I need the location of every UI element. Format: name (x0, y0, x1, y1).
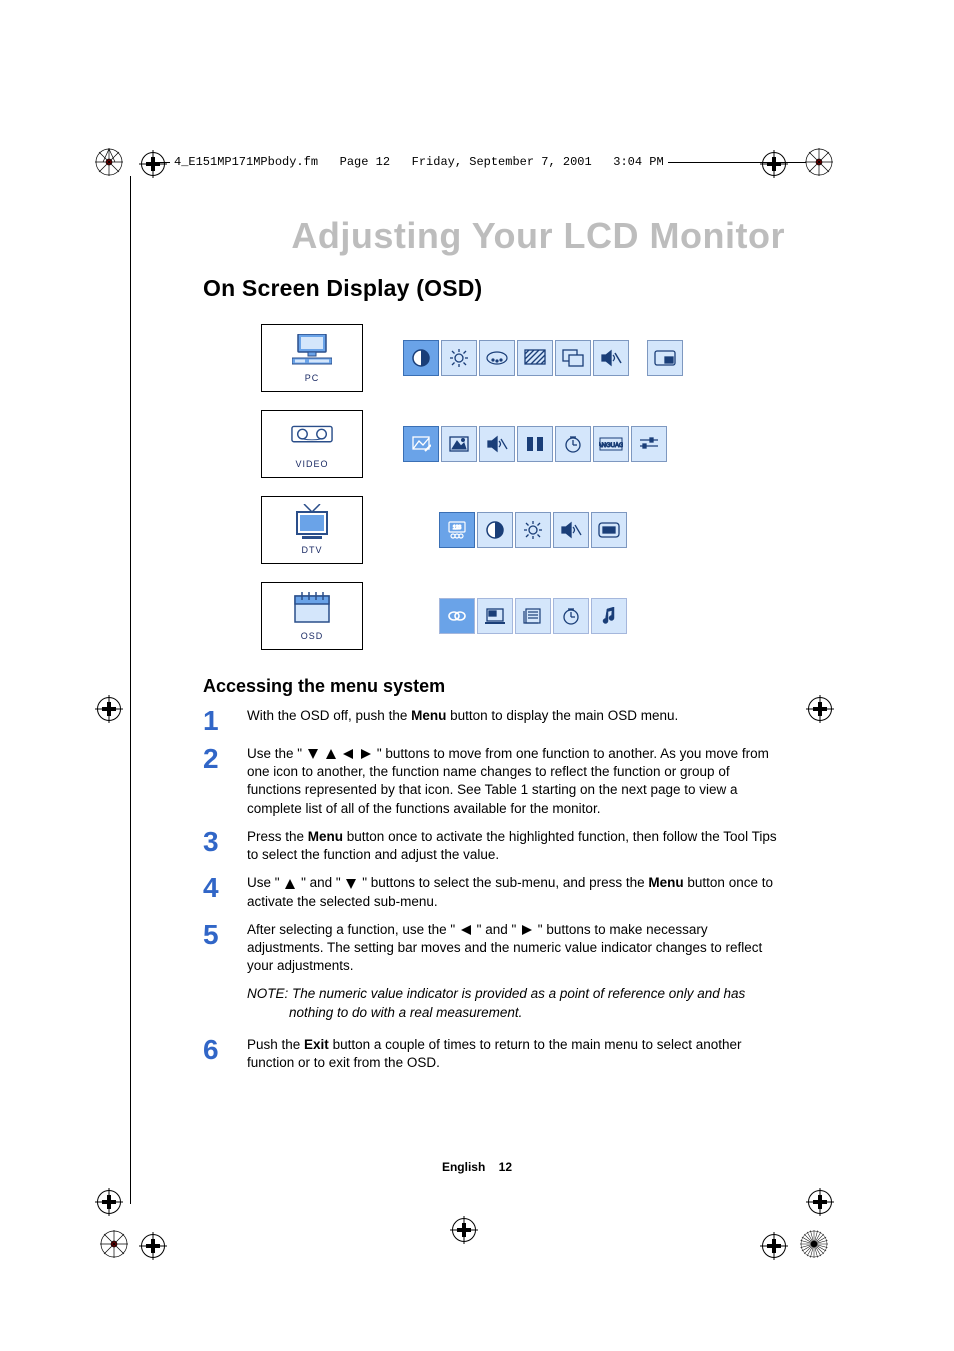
step-number: 2 (203, 745, 225, 818)
step-body: Push the Exit button a couple of times t… (247, 1036, 785, 1072)
music-note-icon (591, 598, 627, 634)
position-icon (555, 340, 591, 376)
timer-icon (553, 598, 589, 634)
image-lock-icon (517, 340, 553, 376)
print-crosshair-icon (97, 697, 121, 721)
footer-page-number: 12 (499, 1160, 512, 1174)
contrast-icon (403, 340, 439, 376)
osd-source-osd: OSD (261, 582, 363, 650)
page-footer: English 12 (0, 1160, 954, 1174)
print-registration-icon (100, 1230, 128, 1258)
picture-icon (441, 426, 477, 462)
step-number: 4 (203, 874, 225, 910)
print-registration-icon (805, 148, 833, 176)
step-1: 1 With the OSD off, push the Menu button … (203, 707, 785, 735)
step-2: 2 Use the " " buttons to move from one fu… (203, 745, 785, 818)
svg-text:LANGUAGE: LANGUAGE (599, 443, 623, 449)
document-tagline: 4_E151MP171MPbody.fm Page 12 Friday, Sep… (170, 155, 668, 169)
note-text: NOTE: The numeric value indicator is pro… (247, 985, 785, 1021)
print-crosshair-icon (141, 1234, 165, 1258)
channel-icon: 123 (439, 512, 475, 548)
steps-list: 1 With the OSD off, push the Menu button … (203, 707, 785, 975)
osd-row-pc: PC (261, 324, 785, 392)
subsection-title: Accessing the menu system (203, 676, 785, 697)
document-header-bar: 4_E151MP171MPbody.fm Page 12 Friday, Sep… (148, 162, 806, 163)
step-body: With the OSD off, push the Menu button t… (247, 707, 678, 735)
osd-source-label: VIDEO (295, 459, 328, 469)
step-body: Press the Menu button once to activate t… (247, 828, 785, 864)
print-registration-icon (95, 148, 123, 176)
print-crosshair-icon (97, 1190, 121, 1214)
language-icon: LANGUAGE (593, 426, 629, 462)
tv-icon (291, 505, 333, 539)
print-crosshair-icon (141, 152, 165, 176)
menu-list-icon (515, 598, 551, 634)
note-line1: NOTE: The numeric value indicator is pro… (247, 986, 745, 1001)
sliders-icon (631, 426, 667, 462)
print-crosshair-icon (452, 1218, 476, 1242)
audio-icon (479, 426, 515, 462)
osd-source-label: OSD (301, 631, 324, 641)
step-number: 6 (203, 1036, 225, 1072)
step-number: 1 (203, 707, 225, 735)
step-body: Use " " and " " buttons to select the su… (247, 874, 785, 910)
osd-row-video: VIDEO LANGUAGE (261, 410, 785, 478)
timer-icon (555, 426, 591, 462)
size-icon (517, 426, 553, 462)
pip-icon (647, 340, 683, 376)
step-3: 3 Press the Menu button once to activate … (203, 828, 785, 864)
print-guide-line (130, 176, 131, 1204)
step-body: After selecting a function, use the " " … (247, 921, 785, 976)
osd-position-icon (477, 598, 513, 634)
osd-source-pc: PC (261, 324, 363, 392)
custom-icon (403, 426, 439, 462)
osd-tiles-video: LANGUAGE (403, 426, 667, 462)
print-crosshair-icon (762, 1234, 786, 1258)
print-crosshair-icon (808, 697, 832, 721)
audio-icon (553, 512, 589, 548)
contrast-icon (477, 512, 513, 548)
audio-icon (593, 340, 629, 376)
step-number: 3 (203, 828, 225, 864)
step-body: Use the " " buttons to move from one fun… (247, 745, 785, 818)
step-number: 5 (203, 921, 225, 976)
print-crosshair-icon (808, 1190, 832, 1214)
osd-tiles-dtv: 123 (439, 512, 627, 548)
chapter-title: Adjusting Your LCD Monitor (203, 215, 785, 257)
osd-row-dtv: DTV 123 (261, 496, 785, 564)
osd-tiles-osd (439, 598, 627, 634)
section-title: On Screen Display (OSD) (203, 275, 785, 302)
osd-source-dtv: DTV (261, 496, 363, 564)
screen-icon (591, 512, 627, 548)
print-crosshair-icon (762, 152, 786, 176)
link-icon (439, 598, 475, 634)
osd-row-osd: OSD (261, 582, 785, 650)
osd-source-label: PC (305, 373, 320, 383)
osd-source-label: DTV (302, 545, 323, 555)
steps-list-cont: 6 Push the Exit button a couple of times … (203, 1036, 785, 1072)
monitor-icon (291, 333, 333, 367)
print-registration-icon (800, 1230, 828, 1258)
calendar-icon (291, 591, 333, 625)
svg-text:123: 123 (453, 525, 462, 531)
brightness-icon (441, 340, 477, 376)
step-4: 4 Use " " and " " buttons to select the s… (203, 874, 785, 910)
osd-tiles-pc (403, 340, 683, 376)
color-icon (479, 340, 515, 376)
vcr-icon (291, 419, 333, 453)
step-5: 5 After selecting a function, use the " "… (203, 921, 785, 976)
brightness-icon (515, 512, 551, 548)
step-6: 6 Push the Exit button a couple of times … (203, 1036, 785, 1072)
osd-source-video: VIDEO (261, 410, 363, 478)
footer-language: English (442, 1160, 485, 1174)
note-line2: nothing to do with a real measurement. (247, 1004, 785, 1022)
